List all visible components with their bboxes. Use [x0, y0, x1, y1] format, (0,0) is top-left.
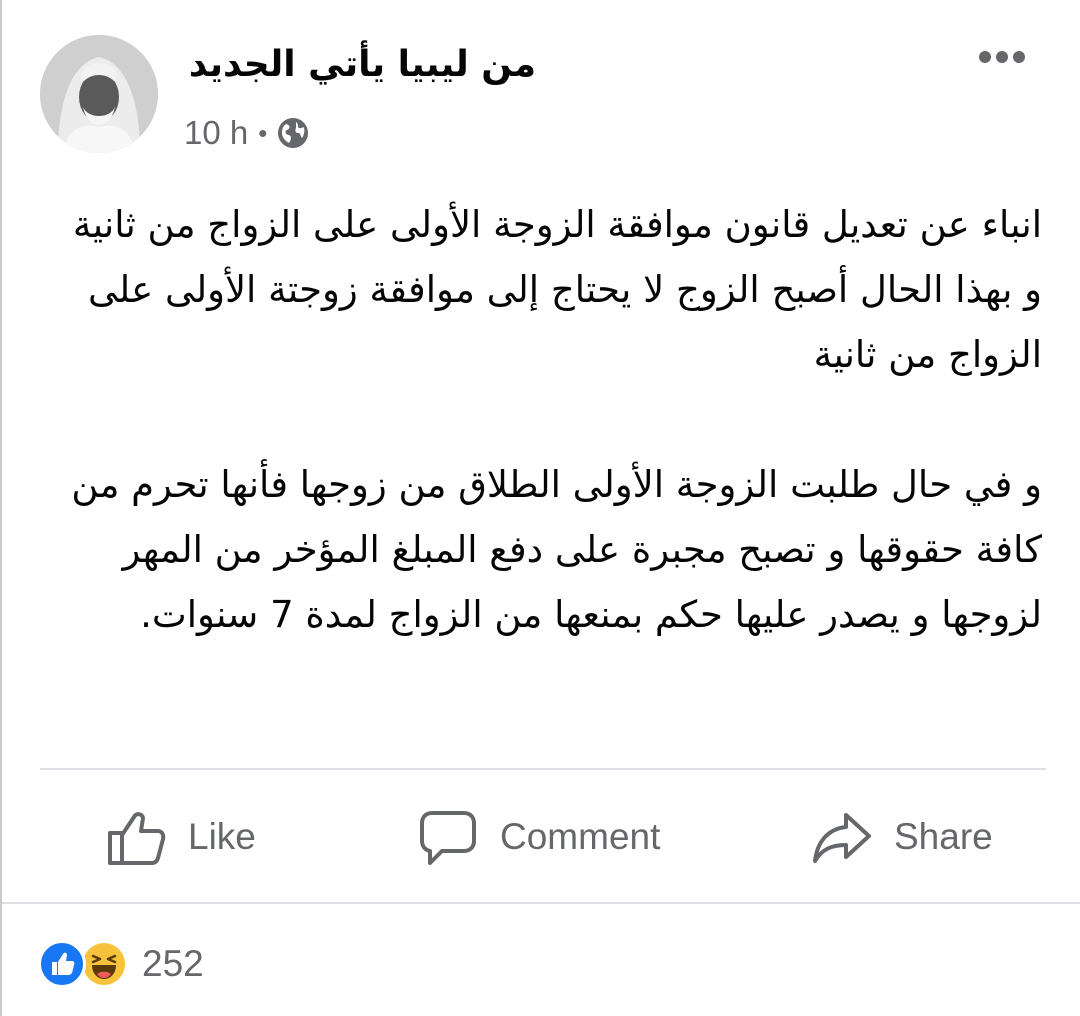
post-paragraph: انباء عن تعديل قانون موافقة الزوجة الأول… — [72, 203, 1042, 376]
post-meta: 10 h • — [184, 108, 309, 158]
like-thumb-icon — [108, 812, 166, 865]
share-arrow-icon — [813, 813, 871, 863]
share-label: Share — [894, 816, 993, 857]
like-button[interactable]: Like — [106, 800, 256, 874]
meta-separator: • — [258, 117, 268, 148]
author-avatar[interactable] — [40, 35, 158, 153]
like-reaction-icon — [38, 940, 86, 988]
post-paragraph: و في حال طلبت الزوجة الأولى الطلاق من زو… — [71, 463, 1042, 636]
comment-button[interactable]: Comment — [418, 800, 660, 874]
avatar-photo — [40, 35, 158, 153]
post-time[interactable]: 10 h — [184, 114, 248, 152]
divider — [2, 902, 1080, 904]
reaction-count: 252 — [142, 943, 204, 984]
post-card: من ليبيا يأتي الجديد 10 h • انباء عن تعد… — [0, 0, 1080, 1016]
more-options-button[interactable] — [972, 40, 1032, 74]
haha-reaction-icon — [80, 940, 128, 988]
divider — [40, 768, 1046, 770]
globe-icon — [277, 117, 309, 149]
comment-bubble-icon — [420, 811, 476, 865]
comment-label: Comment — [500, 816, 661, 857]
reactions-summary[interactable]: 252 — [38, 938, 204, 990]
post-body: انباء عن تعديل قانون موافقة الزوجة الأول… — [52, 192, 1042, 647]
like-label: Like — [188, 816, 256, 857]
share-button[interactable]: Share — [812, 800, 993, 874]
more-dots-icon — [979, 51, 1025, 63]
author-name[interactable]: من ليبيا يأتي الجديد — [189, 40, 536, 90]
